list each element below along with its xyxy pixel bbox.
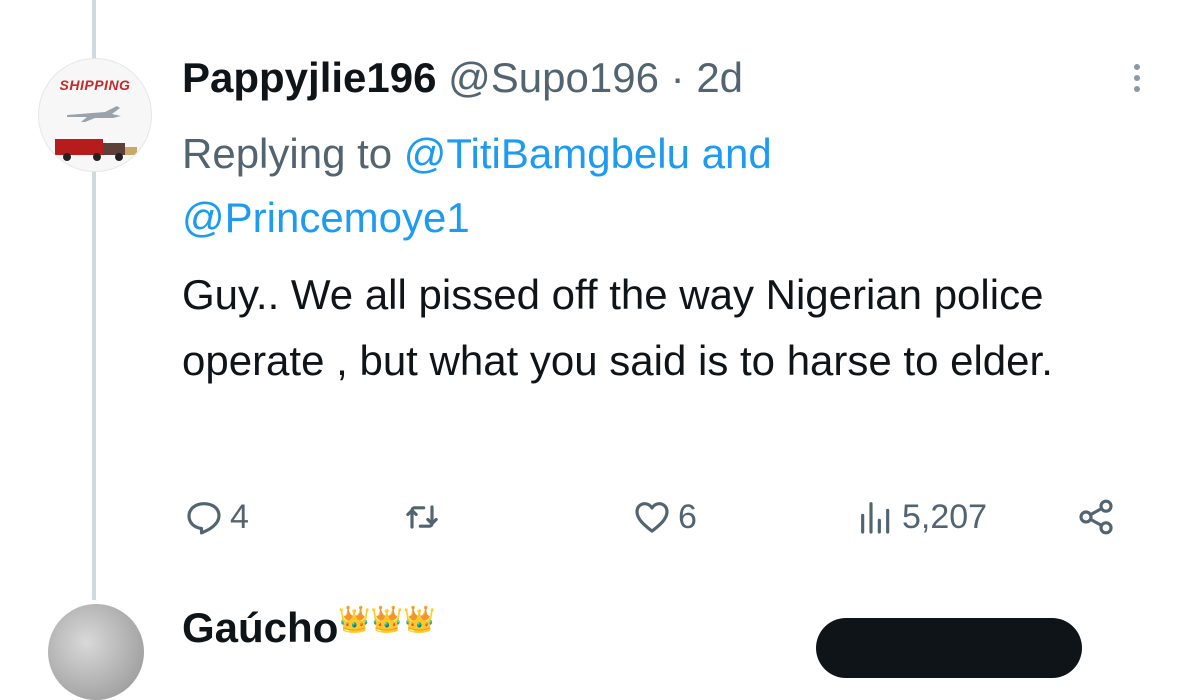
tweet-text: Guy.. We all pissed off the way Nigerian… xyxy=(182,271,1053,384)
reply-mention-princemoye1[interactable]: @Princemoye1 xyxy=(182,194,470,241)
truck-icon xyxy=(55,139,137,161)
timestamp[interactable]: 2d xyxy=(696,54,743,101)
views-icon xyxy=(861,502,890,534)
reply-count: 4 xyxy=(230,497,249,536)
next-tweet-display-name[interactable]: Gaúcho👑👑👑 xyxy=(182,604,435,652)
views-button[interactable]: 5,207 xyxy=(856,490,987,544)
tweet-header: Pappyjlie196 @Supo196 · 2d xyxy=(182,52,743,104)
retweet-button[interactable] xyxy=(402,490,448,544)
more-icon[interactable] xyxy=(1122,58,1152,98)
view-count: 5,207 xyxy=(902,497,988,536)
separator-dot: · xyxy=(670,54,685,101)
replying-prefix: Replying to xyxy=(182,130,393,177)
share-button[interactable] xyxy=(1076,490,1116,544)
reply-mention-titibamgbelu[interactable]: @TitiBamgbelu xyxy=(404,130,690,177)
avatar[interactable]: SHIPPING xyxy=(38,58,152,172)
avatar-logo-text: SHIPPING xyxy=(59,77,131,93)
reply-icon xyxy=(187,502,221,535)
user-handle[interactable]: @Supo196 xyxy=(448,54,659,101)
like-button[interactable]: 6 xyxy=(632,490,697,544)
reply-button[interactable]: 4 xyxy=(184,490,249,544)
plane-icon xyxy=(67,106,121,122)
follow-button[interactable] xyxy=(816,618,1082,678)
replying-to: Replying to @TitiBamgbelu and @Princemoy… xyxy=(182,122,1082,250)
retweet-icon xyxy=(406,505,438,529)
action-bar: 4 6 5,207 xyxy=(180,490,1140,544)
heart-icon xyxy=(635,502,669,533)
crown-emoji: 👑👑👑 xyxy=(338,604,436,634)
display-name[interactable]: Pappyjlie196 xyxy=(182,54,436,101)
like-count: 6 xyxy=(678,497,697,536)
reply-and-others[interactable]: and xyxy=(702,130,772,177)
next-tweet-avatar[interactable] xyxy=(48,604,144,700)
share-icon xyxy=(1079,499,1113,535)
